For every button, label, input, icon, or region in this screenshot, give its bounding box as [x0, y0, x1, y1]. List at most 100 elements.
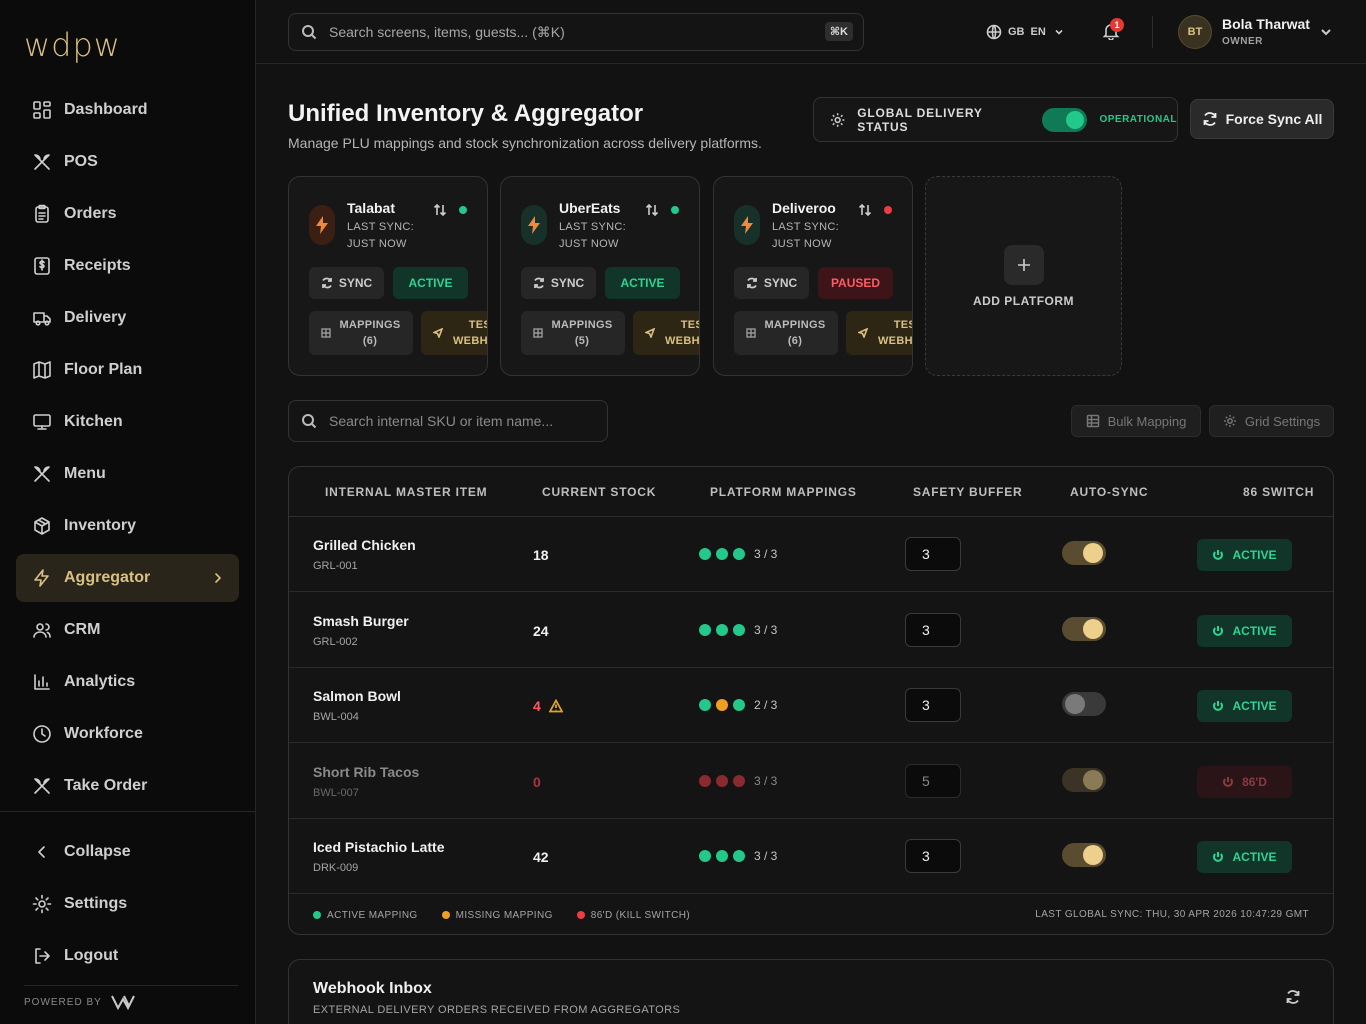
- mappings-button[interactable]: MAPPINGS (5): [521, 311, 625, 355]
- notifications-button[interactable]: 1: [1102, 18, 1124, 42]
- legend-dot: [576, 911, 585, 919]
- platform-mappings[interactable]: 3 / 3: [699, 547, 777, 561]
- grid-settings-button[interactable]: Grid Settings: [1209, 405, 1334, 437]
- mapping-dot: [699, 548, 711, 560]
- sidebar-item-label: Delivery: [64, 309, 127, 326]
- test-webhook-button[interactable]: TEST WEBHOOK: [421, 311, 488, 355]
- global-delivery-toggle[interactable]: [1041, 107, 1088, 132]
- avatar[interactable]: BT: [1178, 15, 1212, 49]
- logout-button[interactable]: Logout: [16, 932, 239, 980]
- mapping-dot: [716, 623, 728, 636]
- webhook-text: WEBHOOK: [453, 335, 488, 347]
- 86-switch-label: ACTIVE: [1232, 623, 1277, 638]
- sync-button[interactable]: SYNC: [521, 267, 596, 299]
- table-row[interactable]: Short Rib Tacos BWL-007 0 3 / 3 5 86'D: [289, 744, 1333, 819]
- last-sync-label: LAST SYNC:: [772, 221, 839, 233]
- language-selector[interactable]: GB EN: [986, 24, 1070, 40]
- platform-name: Deliveroo: [772, 200, 836, 216]
- global-search-input[interactable]: Search screens, items, guests... (⌘K) ⌘K: [288, 13, 864, 51]
- current-stock: 18: [533, 547, 549, 563]
- safety-buffer-input[interactable]: 5: [905, 763, 961, 798]
- table-header: INTERNAL MASTER ITEM CURRENT STOCK PLATF…: [289, 467, 1333, 517]
- table-row[interactable]: Smash Burger GRL-002 24 3 / 3 3 ACTIVE: [289, 593, 1333, 668]
- sync-button[interactable]: SYNC: [309, 267, 384, 299]
- sidebar-item-kitchen[interactable]: Kitchen: [16, 398, 239, 446]
- column-header[interactable]: SAFETY BUFFER: [913, 485, 1023, 499]
- platform-last-sync: LAST SYNC: JUST NOW: [772, 219, 839, 253]
- safety-buffer-input[interactable]: 3: [905, 612, 961, 647]
- sidebar-item-menu[interactable]: Menu: [16, 450, 239, 498]
- test-text: TEST: [468, 319, 487, 331]
- 86-switch-button[interactable]: 86'D: [1197, 765, 1292, 798]
- sku-search-input[interactable]: Search internal SKU or item name...: [288, 400, 608, 442]
- bulk-mapping-button[interactable]: Bulk Mapping: [1071, 405, 1201, 437]
- sync-button[interactable]: SYNC: [734, 267, 809, 299]
- safety-buffer-input[interactable]: 3: [905, 537, 961, 571]
- sidebar-item-label: Analytics: [64, 673, 136, 690]
- 86-switch-button[interactable]: ACTIVE: [1197, 614, 1292, 647]
- sidebar-item-settings[interactable]: Settings: [16, 880, 239, 928]
- column-header[interactable]: CURRENT STOCK: [542, 485, 656, 499]
- user-name[interactable]: Bola Tharwat: [1222, 16, 1310, 32]
- auto-sync-toggle[interactable]: [1062, 692, 1106, 716]
- table-row[interactable]: Salmon Bowl BWL-004 4 2 / 3 3 ACTIVE: [289, 668, 1333, 743]
- mappings-button[interactable]: MAPPINGS (6): [734, 311, 838, 355]
- mappings-button[interactable]: MAPPINGS (6): [309, 311, 413, 355]
- auto-sync-toggle[interactable]: [1062, 767, 1106, 792]
- grid-icon: [746, 328, 757, 338]
- sidebar-item-pos[interactable]: POS: [16, 138, 239, 186]
- table-row[interactable]: Grilled Chicken GRL-001 18 3 / 3 3 ACTIV…: [289, 517, 1333, 592]
- safety-buffer-input[interactable]: 3: [905, 688, 961, 722]
- auto-sync-toggle[interactable]: [1062, 541, 1106, 565]
- sidebar-item-receipts[interactable]: Receipts: [16, 242, 239, 290]
- sidebar-item-orders[interactable]: Orders: [16, 190, 239, 238]
- platform-status-badge[interactable]: PAUSED: [818, 267, 893, 299]
- app-logo[interactable]: wdpw: [24, 26, 121, 64]
- table-row[interactable]: Iced Pistachio Latte DRK-009 42 3 / 3 3 …: [289, 819, 1333, 894]
- test-webhook-button[interactable]: TEST WEBHOOK: [846, 311, 912, 355]
- sidebar-item-delivery[interactable]: Delivery: [16, 294, 239, 342]
- platform-mappings[interactable]: 3 / 3: [699, 623, 777, 637]
- test-webhook-button[interactable]: TEST WEBHOOK: [633, 311, 699, 355]
- column-header[interactable]: AUTO-SYNC: [1070, 485, 1148, 499]
- sidebar-item-floor-plan[interactable]: Floor Plan: [16, 346, 239, 394]
- sidebar-item-label: Orders: [64, 205, 117, 222]
- box-icon: [34, 517, 50, 535]
- safety-buffer-input[interactable]: 3: [905, 839, 961, 873]
- sidebar-item-inventory[interactable]: Inventory: [16, 502, 239, 550]
- force-sync-all-button[interactable]: Force Sync All: [1190, 99, 1334, 139]
- column-header[interactable]: 86 SWITCH: [1243, 485, 1314, 499]
- platform-logo: [309, 205, 335, 245]
- platform-status-badge[interactable]: ACTIVE: [605, 267, 680, 299]
- sidebar-item-workforce[interactable]: Workforce: [16, 710, 239, 758]
- platform-mappings[interactable]: 2 / 3: [699, 698, 777, 712]
- power-icon: [1213, 852, 1224, 862]
- sidebar-item-aggregator[interactable]: Aggregator: [16, 554, 239, 602]
- mappings-text: MAPPINGS: [339, 319, 401, 331]
- platform-status-badge[interactable]: ACTIVE: [393, 267, 468, 299]
- sidebar-item-crm[interactable]: CRM: [16, 606, 239, 654]
- sidebar-item-analytics[interactable]: Analytics: [16, 658, 239, 706]
- sidebar-item-take-order[interactable]: Take Order: [16, 762, 239, 810]
- test-webhook-label: TEST WEBHOOK: [665, 317, 699, 349]
- chevron-down-icon[interactable]: [1320, 26, 1332, 38]
- column-header[interactable]: INTERNAL MASTER ITEM: [325, 485, 487, 499]
- 86-switch-button[interactable]: ACTIVE: [1197, 841, 1292, 873]
- 86-switch-button[interactable]: ACTIVE: [1197, 539, 1292, 571]
- column-header[interactable]: PLATFORM MAPPINGS: [710, 485, 857, 499]
- grid-settings-label: Grid Settings: [1244, 413, 1321, 429]
- 86-switch-label: ACTIVE: [1232, 699, 1277, 713]
- collapse-button[interactable]: Collapse: [16, 828, 239, 876]
- auto-sync-toggle[interactable]: [1062, 843, 1106, 867]
- legend-dot: [441, 911, 450, 919]
- 86-switch-button[interactable]: ACTIVE: [1197, 690, 1292, 722]
- global-status-label: GLOBAL DELIVERY STATUS: [857, 105, 983, 134]
- platform-mappings[interactable]: 3 / 3: [699, 774, 777, 788]
- legend-label: 86'D (KILL SWITCH): [590, 909, 691, 921]
- platform-mappings[interactable]: 3 / 3: [699, 849, 777, 863]
- auto-sync-toggle[interactable]: [1062, 616, 1106, 641]
- add-platform-button[interactable]: ADD PLATFORM: [925, 176, 1122, 376]
- sidebar-item-dashboard[interactable]: Dashboard: [16, 86, 239, 134]
- refresh-icon[interactable]: [1285, 989, 1301, 1005]
- legend-label: MISSING MAPPING: [455, 909, 553, 921]
